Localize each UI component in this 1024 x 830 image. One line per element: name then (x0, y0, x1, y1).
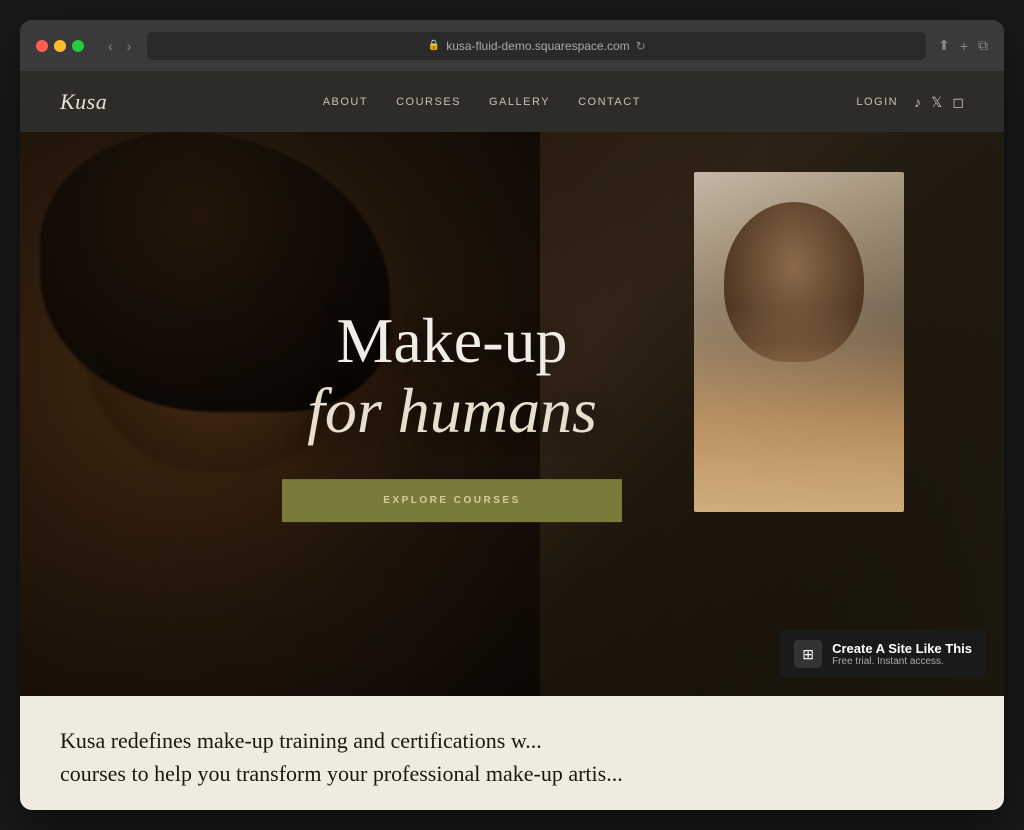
twitter-icon[interactable]: 𝕏 (931, 94, 942, 111)
close-button[interactable] (36, 40, 48, 52)
nav-buttons: ‹ › (104, 36, 135, 56)
hero-section: Make-up for humans EXPLORE COURSES ⊞ Cre… (20, 132, 1004, 810)
instagram-icon[interactable]: ◻ (952, 94, 964, 111)
tiktok-icon[interactable]: ♪ (914, 94, 921, 110)
squarespace-logo-icon: ⊞ (794, 640, 822, 668)
nav-courses[interactable]: COURSES (396, 96, 461, 108)
share-icon[interactable]: ⬆ (938, 37, 950, 54)
jacket-detail (694, 342, 904, 512)
squarespace-banner[interactable]: ⊞ Create A Site Like This Free trial. In… (780, 630, 986, 678)
nav-about[interactable]: ABOUT (323, 96, 368, 108)
refresh-button[interactable]: ↻ (636, 39, 646, 53)
hero-title-line1: Make-up (282, 306, 622, 376)
browser-actions: ⬆ + ⧉ (938, 37, 988, 54)
hero-title-line2: for humans (282, 377, 622, 447)
url-text: kusa-fluid-demo.squarespace.com (446, 39, 629, 53)
bottom-text-line2: courses to help you transform your profe… (60, 761, 623, 786)
bottom-text: Kusa redefines make-up training and cert… (60, 724, 964, 790)
lock-icon: 🔒 (428, 40, 440, 51)
nav-right: LOGIN ♪ 𝕏 ◻ (856, 94, 964, 111)
site-navigation: Kusa ABOUT COURSES GALLERY CONTACT LOGIN… (20, 72, 1004, 132)
traffic-lights (36, 40, 84, 52)
address-bar[interactable]: 🔒 kusa-fluid-demo.squarespace.com ↻ (147, 32, 926, 60)
hero-second-image (694, 172, 904, 512)
hero-area: Make-up for humans EXPLORE COURSES ⊞ Cre… (20, 132, 1004, 696)
browser-chrome: ‹ › 🔒 kusa-fluid-demo.squarespace.com ↻ … (20, 20, 1004, 72)
website-content: Kusa ABOUT COURSES GALLERY CONTACT LOGIN… (20, 72, 1004, 810)
nav-gallery[interactable]: GALLERY (489, 96, 550, 108)
back-button[interactable]: ‹ (104, 36, 117, 56)
tabs-icon[interactable]: ⧉ (978, 37, 988, 54)
site-logo[interactable]: Kusa (60, 89, 107, 115)
nav-contact[interactable]: CONTACT (578, 96, 641, 108)
minimize-button[interactable] (54, 40, 66, 52)
squarespace-cta-text: Create A Site Like This (832, 641, 972, 656)
new-tab-icon[interactable]: + (960, 38, 968, 54)
login-link[interactable]: LOGIN (856, 96, 898, 108)
bottom-text-ellipsis: ... (525, 728, 542, 753)
explore-courses-button[interactable]: EXPLORE COURSES (282, 479, 622, 522)
squarespace-sub-text: Free trial. Instant access. (832, 656, 972, 667)
maximize-button[interactable] (72, 40, 84, 52)
hero-content: Make-up for humans EXPLORE COURSES (282, 306, 622, 522)
bottom-text-line1: Kusa redefines make-up training and cert… (60, 728, 525, 753)
bottom-section: Kusa redefines make-up training and cert… (20, 696, 1004, 810)
forward-button[interactable]: › (123, 36, 136, 56)
social-icons: ♪ 𝕏 ◻ (914, 94, 964, 111)
nav-links: ABOUT COURSES GALLERY CONTACT (323, 96, 641, 108)
squarespace-text: Create A Site Like This Free trial. Inst… (832, 641, 972, 667)
